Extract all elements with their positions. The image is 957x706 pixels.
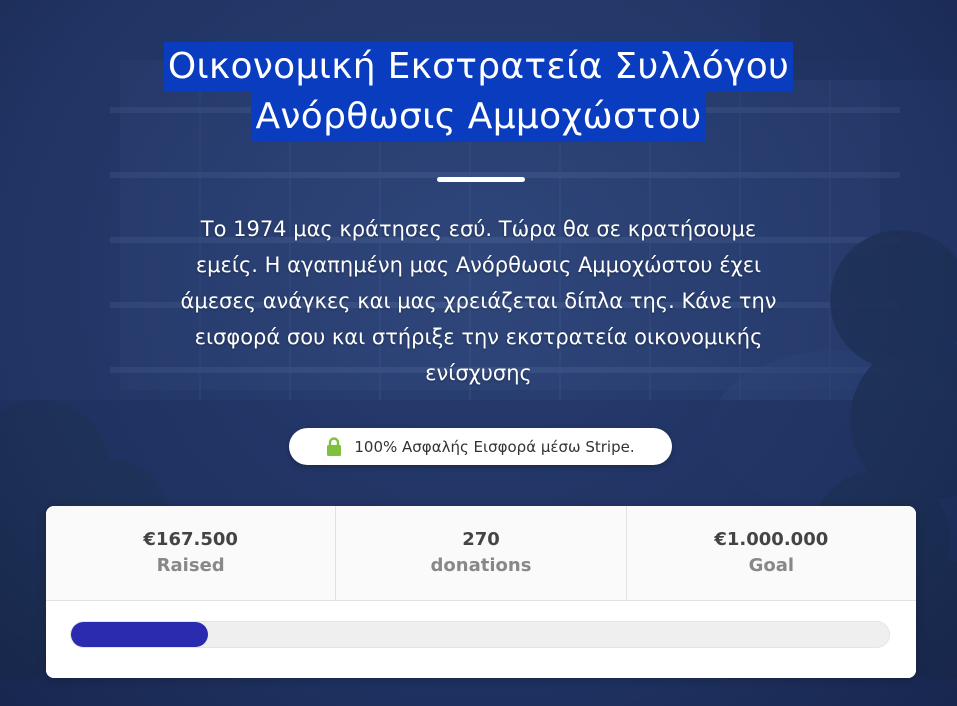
- stat-raised: €167.500 Raised: [46, 506, 337, 600]
- stat-goal: €1.000.000 Goal: [627, 506, 916, 600]
- title-divider: [437, 177, 525, 182]
- progress-bar: [70, 621, 890, 648]
- raised-label: Raised: [156, 555, 225, 576]
- donation-stats-card: €167.500 Raised 270 donations €1.000.000…: [46, 506, 916, 678]
- campaign-description: Το 1974 μας κράτησες εσύ. Τώρα θα σε κρα…: [180, 217, 777, 385]
- progress-area: [46, 601, 916, 678]
- progress-fill: [71, 622, 208, 647]
- campaign-title: Οικονομική Εκστρατεία Συλλόγου Ανόρθωσις…: [0, 42, 957, 142]
- donations-count: 270: [462, 529, 500, 550]
- raised-amount: €167.500: [143, 529, 238, 550]
- donations-label: donations: [430, 555, 532, 576]
- stat-donations: 270 donations: [336, 506, 627, 600]
- title-line-2: Ανόρθωσις Αμμοχώστου: [251, 92, 706, 142]
- campaign-hero: Οικονομική Εκστρατεία Συλλόγου Ανόρθωσις…: [0, 0, 957, 706]
- lock-icon: [326, 436, 342, 457]
- secure-donation-badge: 100% Ασφαλής Εισφορά μέσω Stripe.: [289, 428, 672, 465]
- stats-row: €167.500 Raised 270 donations €1.000.000…: [46, 506, 916, 601]
- title-line-1: Οικονομική Εκστρατεία Συλλόγου: [163, 42, 794, 92]
- goal-amount: €1.000.000: [714, 529, 829, 550]
- goal-label: Goal: [748, 555, 795, 576]
- secure-badge-text: 100% Ασφαλής Εισφορά μέσω Stripe.: [354, 437, 635, 456]
